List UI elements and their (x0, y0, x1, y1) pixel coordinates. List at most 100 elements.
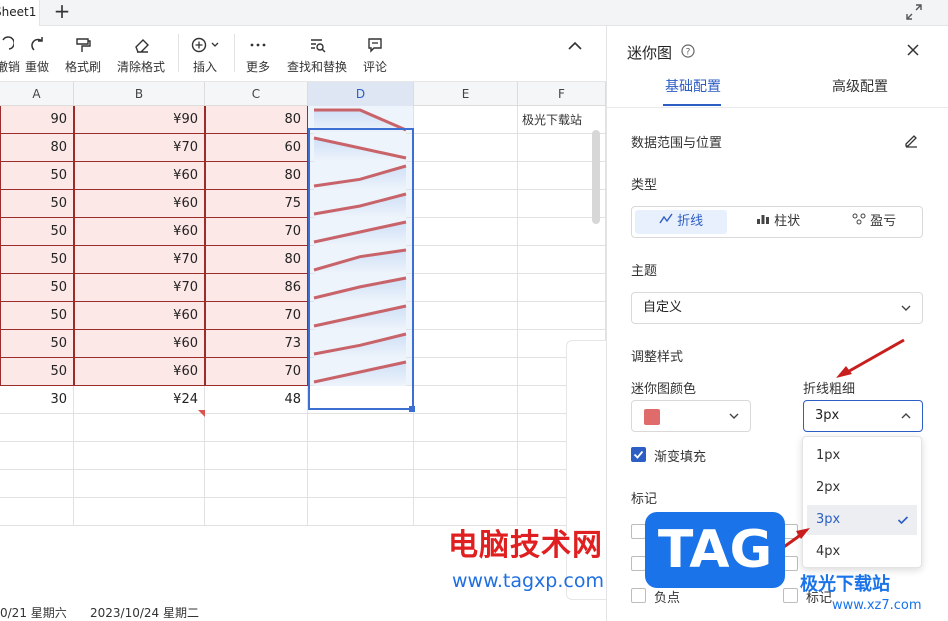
cell-e[interactable] (414, 386, 518, 414)
sparkline-cell[interactable] (308, 386, 414, 414)
cell-c[interactable]: 80 (205, 246, 308, 274)
sparkline-cell[interactable] (308, 414, 414, 442)
cell-a[interactable]: 50 (0, 302, 74, 330)
high-point-checkbox[interactable] (631, 524, 646, 539)
cell-c[interactable] (205, 498, 308, 526)
cell-a[interactable]: 50 (0, 274, 74, 302)
column-header-b[interactable]: B (74, 82, 205, 106)
cell-a[interactable]: 50 (0, 190, 74, 218)
gradient-fill-checkbox[interactable] (631, 447, 646, 462)
cell-c[interactable]: 70 (205, 218, 308, 246)
cell-e[interactable] (414, 330, 518, 358)
cell-e[interactable] (414, 274, 518, 302)
cell-b[interactable]: ¥70 (74, 274, 205, 302)
cell-c[interactable]: 80 (205, 162, 308, 190)
cell-c[interactable]: 70 (205, 358, 308, 386)
find-replace-button[interactable]: 查找和替换 (286, 34, 348, 78)
marker-checkbox-mid[interactable] (783, 556, 798, 571)
cell-a[interactable]: 50 (0, 246, 74, 274)
marker-checkbox-top[interactable] (783, 524, 798, 539)
column-header-d[interactable]: D (308, 82, 414, 106)
cell-e[interactable] (414, 470, 518, 498)
cell-a[interactable]: 80 (0, 134, 74, 162)
column-header-c[interactable]: C (205, 82, 308, 106)
cell-f[interactable] (518, 274, 606, 302)
type-column-option[interactable]: 柱状 (732, 210, 824, 234)
comment-button[interactable]: 评论 (362, 34, 388, 78)
sheet-tab[interactable]: Sheet1 (0, 0, 40, 26)
marker-checkbox[interactable] (783, 588, 798, 603)
cell-b[interactable]: ¥60 (74, 302, 205, 330)
undo-button[interactable]: 撤销 (0, 34, 20, 78)
clear-format-button[interactable]: 清除格式 (116, 34, 166, 78)
help-icon[interactable]: ? (681, 44, 695, 58)
cell-c[interactable]: 70 (205, 302, 308, 330)
cell-e[interactable] (414, 442, 518, 470)
more-button[interactable]: 更多 (244, 34, 272, 78)
cell-b[interactable]: ¥90 (74, 106, 205, 134)
cell-e[interactable] (414, 134, 518, 162)
cell-b[interactable]: ¥60 (74, 162, 205, 190)
cell-b[interactable] (74, 498, 205, 526)
cell-b[interactable] (74, 470, 205, 498)
sparkline-cell[interactable] (308, 470, 414, 498)
line-width-option-2px[interactable]: 2px (807, 473, 917, 503)
type-line-option[interactable]: 折线 (635, 210, 727, 234)
cell-a[interactable]: 90 (0, 106, 74, 134)
cell-b[interactable]: ¥60 (74, 358, 205, 386)
cell-e[interactable] (414, 106, 518, 134)
redo-button[interactable]: 重做 (24, 34, 50, 78)
cell-c[interactable]: 86 (205, 274, 308, 302)
cell-e[interactable] (414, 246, 518, 274)
cell-a[interactable]: 50 (0, 218, 74, 246)
sparkline-color-select[interactable] (631, 400, 751, 432)
vertical-scrollbar[interactable] (592, 130, 600, 224)
cell-b[interactable]: ¥70 (74, 134, 205, 162)
column-header-e[interactable]: E (414, 82, 518, 106)
chevron-up-icon[interactable] (566, 38, 584, 52)
fill-handle[interactable] (409, 406, 415, 412)
cell-b[interactable] (74, 442, 205, 470)
line-width-select[interactable]: 3px (803, 400, 923, 432)
cell-c[interactable]: 75 (205, 190, 308, 218)
cell-b[interactable]: ¥70 (74, 246, 205, 274)
cell-c[interactable] (205, 470, 308, 498)
tab-advanced-config[interactable]: 高级配置 (832, 76, 888, 96)
line-width-option-4px[interactable]: 4px (807, 537, 917, 567)
cell-a[interactable] (0, 442, 74, 470)
cell-c[interactable]: 80 (205, 106, 308, 134)
cell-c[interactable]: 73 (205, 330, 308, 358)
line-width-option-3px[interactable]: 3px (807, 505, 917, 535)
sparkline-cell[interactable] (308, 498, 414, 526)
column-header-f[interactable]: F (518, 82, 606, 106)
cell-a[interactable] (0, 414, 74, 442)
cell-f[interactable] (518, 246, 606, 274)
cell-a[interactable]: 50 (0, 358, 74, 386)
format-painter-button[interactable]: 格式刷 (64, 34, 102, 78)
cell-c[interactable]: 48 (205, 386, 308, 414)
cell-b[interactable]: ¥60 (74, 218, 205, 246)
cell-e[interactable] (414, 162, 518, 190)
column-header-a[interactable]: A (0, 82, 74, 106)
negative-point-checkbox[interactable] (631, 588, 646, 603)
edit-icon[interactable] (903, 132, 919, 148)
cell-b[interactable]: ¥60 (74, 330, 205, 358)
cell-a[interactable]: 30 (0, 386, 74, 414)
cell-a[interactable]: 50 (0, 162, 74, 190)
cell-b[interactable]: ¥60 (74, 190, 205, 218)
cell-e[interactable] (414, 218, 518, 246)
cell-f[interactable] (518, 302, 606, 330)
type-winloss-option[interactable]: 盈亏 (828, 210, 920, 234)
add-sheet-button[interactable]: + (50, 0, 74, 24)
close-icon[interactable] (905, 42, 921, 58)
cell-e[interactable] (414, 302, 518, 330)
cell-a[interactable] (0, 470, 74, 498)
fullscreen-icon[interactable] (904, 2, 924, 22)
cell-c[interactable]: 60 (205, 134, 308, 162)
cell-c[interactable] (205, 442, 308, 470)
cell-e[interactable] (414, 190, 518, 218)
tab-basic-config[interactable]: 基础配置 (665, 76, 721, 96)
insert-button[interactable]: 插入 (186, 34, 224, 78)
cell-e[interactable] (414, 414, 518, 442)
sparkline-cell[interactable] (308, 442, 414, 470)
